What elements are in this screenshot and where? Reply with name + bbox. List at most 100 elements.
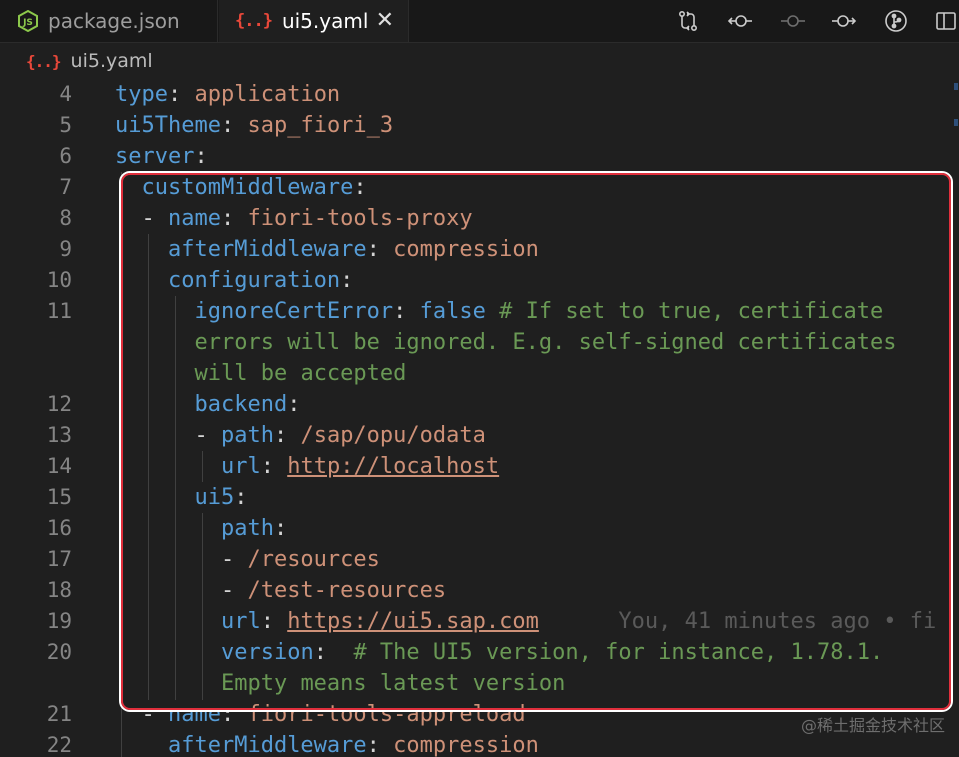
code-token: path (220, 516, 274, 541)
go-forward-icon[interactable] (826, 0, 862, 42)
code-line[interactable]: 18 - /test-resources (0, 575, 959, 606)
line-number: 20 (46, 640, 72, 664)
source-control-compare-icon[interactable] (670, 0, 706, 42)
code-token: : (194, 144, 208, 169)
code-editor[interactable]: 4 type: application 5 ui5Theme: sap_fiori_3… (0, 79, 959, 757)
code-token: : (353, 175, 367, 200)
line-content: configuration: (115, 265, 353, 296)
watermark: @稀土掘金技术社区 (800, 716, 945, 735)
code-token: - (115, 578, 248, 603)
code-token: /test-resources (247, 578, 447, 603)
line-number: 7 (59, 175, 72, 199)
code-line[interactable]: 8 - name: fiori-tools-proxy (0, 203, 959, 234)
code-token: - (115, 423, 221, 448)
go-back-icon[interactable] (722, 0, 758, 42)
code-token: afterMiddleware (167, 733, 367, 757)
code-token: : (220, 702, 248, 727)
line-number: 19 (46, 609, 72, 633)
svg-text:JS: JS (22, 18, 33, 28)
code-token: : (234, 485, 248, 510)
line-content: - name: fiori-tools-proxy (115, 203, 472, 234)
code-token: false (419, 299, 486, 324)
code-line[interactable]: 14 url: http://localhost (0, 451, 959, 482)
code-token: : (340, 268, 354, 293)
code-token: : (393, 299, 420, 324)
code-line[interactable]: 5 ui5Theme: sap_fiori_3 (0, 110, 959, 141)
yaml-file-icon: {..} (26, 51, 62, 71)
tab-ui5-yaml[interactable]: {..} ui5.yaml ✕ (219, 0, 409, 42)
code-line[interactable]: 19 url: https://ui5.sap.com You, 41 minu… (0, 606, 959, 637)
code-line[interactable]: 6 server: (0, 141, 959, 172)
code-line[interactable]: 10 configuration: (0, 265, 959, 296)
breadcrumb-file[interactable]: ui5.yaml (71, 50, 153, 72)
code-line[interactable]: 7 customMiddleware: (0, 172, 959, 203)
tab-label: ui5.yaml (281, 9, 369, 33)
code-token: : (220, 113, 248, 138)
code-token: compression (393, 733, 539, 757)
timeline-icon[interactable] (775, 0, 811, 42)
line-content: version: # The UI5 version, for instance… (115, 637, 883, 668)
git-graph-icon[interactable] (878, 0, 914, 42)
line-number: 11 (46, 299, 72, 323)
close-icon[interactable]: ✕ (376, 8, 394, 33)
code-line[interactable]: will be accepted (0, 358, 959, 389)
code-token: - (115, 206, 168, 231)
line-number: 17 (46, 547, 72, 571)
line-number: 18 (46, 578, 72, 602)
code-token: /sap/opu/odata (300, 423, 486, 448)
code-token: : (366, 237, 394, 262)
minimap-marker (954, 119, 958, 126)
tab-package-json[interactable]: JS package.json (0, 0, 218, 42)
code-token: - (115, 702, 168, 727)
line-content: errors will be ignored. E.g. self-signed… (115, 327, 896, 358)
code-line[interactable]: 4 type: application (0, 79, 959, 110)
code-line[interactable]: 15 ui5: (0, 482, 959, 513)
line-content: - /test-resources (115, 575, 446, 606)
code-token: : (220, 206, 248, 231)
code-token: type (115, 82, 168, 107)
line-number: 8 (59, 206, 72, 230)
line-content: type: application (115, 79, 340, 110)
code-line[interactable]: errors will be ignored. E.g. self-signed… (0, 327, 959, 358)
code-token: : (260, 609, 288, 634)
line-number: 16 (46, 516, 72, 540)
split-editor-icon[interactable] (928, 0, 959, 42)
code-line[interactable]: 9 afterMiddleware: compression (0, 234, 959, 265)
tab-label: package.json (48, 9, 180, 33)
url-link[interactable]: http://localhost (287, 454, 499, 479)
code-line[interactable]: 13 - path: /sap/opu/odata (0, 420, 959, 451)
line-number: 4 (59, 82, 72, 106)
code-token: name (167, 702, 221, 727)
code-line[interactable]: 12 backend: (0, 389, 959, 420)
code-token: sap_fiori_3 (247, 113, 394, 138)
code-token: path (220, 423, 274, 448)
code-token: errors will be ignored. E.g. self-signed… (194, 330, 897, 355)
code-line[interactable]: 17 - /resources (0, 544, 959, 575)
line-content: ui5: (115, 482, 247, 513)
code-line[interactable]: 16 path: (0, 513, 959, 544)
code-token: name (167, 206, 221, 231)
line-content: afterMiddleware: compression (115, 234, 539, 265)
url-link[interactable]: https://ui5.sap.com (287, 609, 539, 634)
code-line[interactable]: 20 version: # The UI5 version, for insta… (0, 637, 959, 668)
breadcrumb: {..} ui5.yaml (0, 43, 959, 79)
code-line[interactable]: 11 ignoreCertError: false # If set to tr… (0, 296, 959, 327)
line-content: server: (115, 141, 208, 172)
line-number: 14 (46, 454, 72, 478)
line-content: - name: fiori-tools-appreload (115, 699, 525, 730)
line-number: 12 (46, 392, 72, 416)
code-token: application (194, 82, 341, 107)
code-line[interactable]: Empty means latest version (0, 668, 959, 699)
line-content: will be accepted (115, 358, 406, 389)
line-content: ignoreCertError: false # If set to true,… (115, 296, 883, 327)
